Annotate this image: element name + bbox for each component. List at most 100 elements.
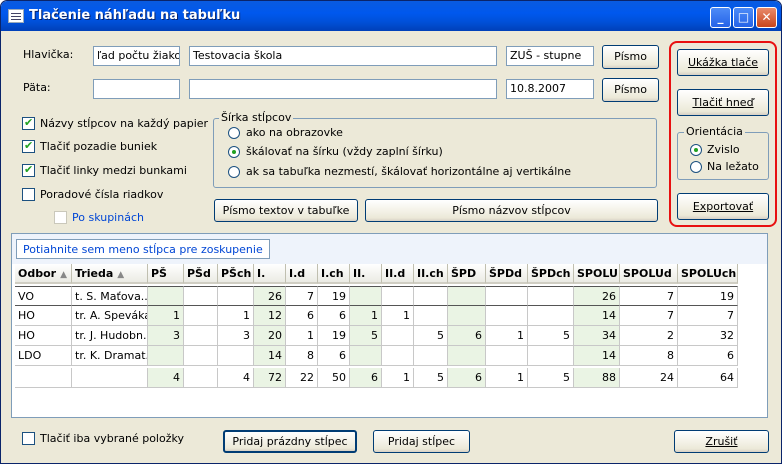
grid-cell[interactable]: 19 bbox=[318, 326, 350, 346]
grid-cell[interactable]: 6 bbox=[350, 368, 382, 388]
grid-cell[interactable]: 14 bbox=[254, 346, 286, 366]
grid-cell[interactable] bbox=[448, 286, 486, 306]
header-center-input[interactable]: Testovacia škola bbox=[189, 46, 497, 66]
grid-cell[interactable]: 12 bbox=[254, 306, 286, 326]
grid-cell[interactable]: 1 bbox=[486, 326, 528, 346]
width-scale-to-fit-radio[interactable] bbox=[228, 146, 240, 158]
grid-cell[interactable] bbox=[184, 306, 218, 326]
grid-cell[interactable]: 14 bbox=[574, 346, 620, 366]
grid-cell[interactable]: 6 bbox=[678, 346, 738, 366]
grid-cell[interactable]: 4 bbox=[148, 368, 184, 388]
grid-cell[interactable]: 1 bbox=[382, 368, 414, 388]
column-header[interactable]: Odbor ▲ bbox=[15, 264, 72, 284]
column-header[interactable]: ŠPD bbox=[448, 264, 486, 284]
grid-cell[interactable]: 19 bbox=[678, 286, 738, 306]
grid-cell[interactable]: 20 bbox=[254, 326, 286, 346]
grid-cell[interactable] bbox=[184, 286, 218, 306]
footer-font-button[interactable]: Písmo bbox=[602, 78, 659, 102]
print-cell-bg-checkbox[interactable] bbox=[22, 139, 35, 153]
grid-cell[interactable] bbox=[382, 326, 414, 346]
grid-cell[interactable] bbox=[218, 286, 254, 306]
add-empty-column-button[interactable]: Pridaj prázdny stĺpec bbox=[223, 430, 357, 453]
grid-cell[interactable]: tr. A. Speváka bbox=[72, 306, 148, 326]
group-by-panel[interactable]: Potiahnite sem meno stĺpca pre zoskupeni… bbox=[12, 234, 767, 264]
footer-center-input[interactable] bbox=[189, 79, 497, 99]
column-header[interactable]: I. bbox=[254, 264, 286, 284]
grid-cell[interactable] bbox=[486, 286, 528, 306]
print-cell-lines-checkbox[interactable] bbox=[22, 163, 35, 177]
column-header[interactable]: PŠ bbox=[148, 264, 184, 284]
grid-cell[interactable]: tr. J. Hudobn... bbox=[72, 326, 148, 346]
grid-cell[interactable]: 5 bbox=[414, 368, 448, 388]
grid-cell[interactable]: 6 bbox=[448, 368, 486, 388]
grid-cell[interactable] bbox=[350, 286, 382, 306]
grid-cell[interactable] bbox=[184, 346, 218, 366]
grid-cell[interactable]: 64 bbox=[678, 368, 738, 388]
grid-cell[interactable]: 1 bbox=[486, 368, 528, 388]
add-column-button[interactable]: Pridaj stĺpec bbox=[373, 430, 470, 453]
print-now-button[interactable]: Tlačiť hneď bbox=[677, 89, 769, 116]
grid-cell[interactable] bbox=[218, 346, 254, 366]
grid-cell[interactable] bbox=[15, 368, 72, 388]
grid-cell[interactable]: 14 bbox=[574, 306, 620, 326]
grid-cell[interactable]: 19 bbox=[318, 286, 350, 306]
grid-cell[interactable] bbox=[448, 346, 486, 366]
grid-cell[interactable]: HO bbox=[15, 326, 72, 346]
cancel-button[interactable]: Zrušiť bbox=[674, 430, 769, 453]
data-grid[interactable]: Potiahnite sem meno stĺpca pre zoskupeni… bbox=[11, 233, 768, 418]
column-header[interactable]: Trieda ▲ bbox=[72, 264, 148, 284]
grid-cell[interactable] bbox=[486, 346, 528, 366]
grid-cell[interactable]: 7 bbox=[620, 306, 678, 326]
grid-cell[interactable] bbox=[148, 286, 184, 306]
grid-cell[interactable]: 6 bbox=[318, 306, 350, 326]
column-header[interactable]: II. bbox=[350, 264, 382, 284]
grid-cell[interactable]: t. S. Maťova... bbox=[72, 286, 148, 306]
grid-cell[interactable]: 8 bbox=[286, 346, 318, 366]
grid-cell[interactable]: 72 bbox=[254, 368, 286, 388]
column-header[interactable]: SPOLUd bbox=[620, 264, 678, 284]
grid-cell[interactable] bbox=[528, 306, 574, 326]
column-header[interactable]: ŠPDch bbox=[528, 264, 574, 284]
column-header[interactable]: ŠPDd bbox=[486, 264, 528, 284]
title-bar[interactable]: Tlačenie náhľadu na tabuľku _ □ ✕ bbox=[1, 1, 781, 31]
portrait-radio[interactable] bbox=[690, 144, 702, 156]
grid-cell[interactable]: 7 bbox=[678, 306, 738, 326]
close-button[interactable]: ✕ bbox=[756, 7, 777, 28]
grid-cell[interactable] bbox=[382, 286, 414, 306]
grid-cell[interactable] bbox=[528, 346, 574, 366]
grid-cell[interactable]: 5 bbox=[414, 326, 448, 346]
grid-cell[interactable]: 8 bbox=[620, 346, 678, 366]
header-right-input[interactable]: ZUŠ - stupne bbox=[506, 46, 594, 66]
grid-cell[interactable]: 6 bbox=[286, 306, 318, 326]
grid-cell[interactable]: 1 bbox=[382, 306, 414, 326]
print-preview-button[interactable]: Ukážka tlače bbox=[677, 49, 769, 76]
maximize-button[interactable]: □ bbox=[733, 7, 754, 28]
column-header[interactable]: II.ch bbox=[414, 264, 448, 284]
grid-cell[interactable]: 26 bbox=[574, 286, 620, 306]
grid-cell[interactable]: 2 bbox=[620, 326, 678, 346]
column-header[interactable]: II.d bbox=[382, 264, 414, 284]
width-scale-both-radio[interactable] bbox=[228, 166, 240, 178]
grid-cell[interactable]: 7 bbox=[620, 286, 678, 306]
grid-cell[interactable]: 32 bbox=[678, 326, 738, 346]
grid-cell[interactable] bbox=[72, 368, 148, 388]
grid-cell[interactable]: 1 bbox=[218, 306, 254, 326]
column-header[interactable]: SPOLU bbox=[574, 264, 620, 284]
grid-cell[interactable]: 5 bbox=[528, 326, 574, 346]
footer-left-input[interactable] bbox=[93, 79, 180, 99]
grid-cell[interactable]: 3 bbox=[148, 326, 184, 346]
grid-cell[interactable] bbox=[528, 286, 574, 306]
grid-cell[interactable]: 24 bbox=[620, 368, 678, 388]
footer-right-input[interactable]: 10.8.2007 bbox=[506, 79, 594, 99]
export-button[interactable]: Exportovať bbox=[677, 193, 769, 220]
grid-cell[interactable]: 88 bbox=[574, 368, 620, 388]
only-selected-checkbox[interactable] bbox=[22, 432, 35, 445]
grid-cell[interactable]: 6 bbox=[318, 346, 350, 366]
grid-cell[interactable] bbox=[184, 368, 218, 388]
grid-cell[interactable] bbox=[414, 286, 448, 306]
grid-cell[interactable]: LDO bbox=[15, 346, 72, 366]
table-text-font-button[interactable]: Písmo textov v tabuľke bbox=[214, 199, 358, 222]
landscape-radio[interactable] bbox=[690, 161, 702, 173]
column-header[interactable]: PŠch bbox=[218, 264, 254, 284]
grid-cell[interactable]: 4 bbox=[218, 368, 254, 388]
